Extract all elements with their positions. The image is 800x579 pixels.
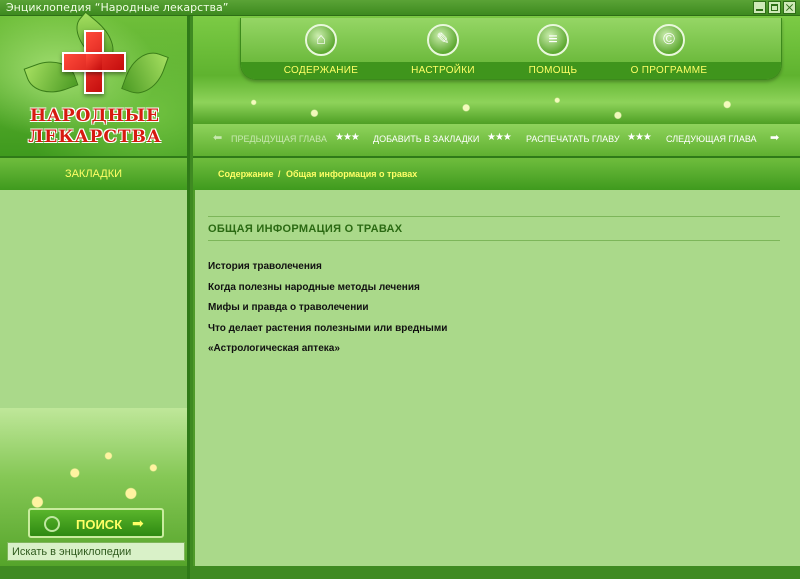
- print-chapter-link[interactable]: РАСПЕЧАТАТЬ ГЛАВУ: [526, 134, 620, 144]
- copyright-icon: ©: [653, 24, 685, 56]
- add-bookmark-link[interactable]: ДОБАВИТЬ В ЗАКЛАДКИ: [373, 134, 479, 144]
- minimize-icon[interactable]: [753, 1, 766, 14]
- menu-item-label: О ПРОГРАММЕ: [630, 65, 708, 76]
- logo-title-line2: ЛЕКАРСТВА: [28, 127, 162, 147]
- topic-link[interactable]: Когда полезны народные методы лечения: [208, 282, 447, 303]
- book-icon: ≡: [537, 24, 569, 56]
- chapter-nav-bar: ⬅ ПРЕДЫДУЩАЯ ГЛАВА ★★★ ДОБАВИТЬ В ЗАКЛАД…: [193, 124, 800, 156]
- menu-item-help[interactable]: ≡ ПОМОЩЬ: [493, 18, 613, 80]
- close-icon[interactable]: [783, 1, 796, 14]
- arrow-left-icon: ⬅: [213, 132, 223, 144]
- leaf-icon: [121, 45, 169, 101]
- footer-strip: [193, 566, 800, 579]
- logo-title-line1: НАРОДНЫЕ: [29, 106, 161, 126]
- maximize-icon[interactable]: [768, 1, 781, 14]
- wrench-icon: ✎: [427, 24, 459, 56]
- main-menu: ⌂ СОДЕРЖАНИЕ ✎ НАСТРОЙКИ ≡ ПОМОЩЬ © О ПР…: [240, 18, 782, 80]
- search-icon: [44, 516, 60, 532]
- topic-link[interactable]: Мифы и правда о траволечении: [208, 302, 447, 323]
- menu-item-label: ПОМОЩЬ: [528, 65, 578, 76]
- stars-divider: ★★★: [335, 132, 360, 143]
- footer-strip: [0, 566, 190, 579]
- window-title: Энциклопедия “Народные лекарства”: [6, 1, 229, 14]
- home-icon: ⌂: [305, 24, 337, 56]
- divider: [208, 216, 780, 217]
- topic-link[interactable]: Что делает растения полезными или вредны…: [208, 323, 447, 344]
- breadcrumb-home-link[interactable]: Содержание: [218, 169, 273, 179]
- breadcrumb: Содержание / Общая информация о травах: [193, 156, 800, 190]
- next-chapter-link[interactable]: СЛЕДУЮЩАЯ ГЛАВА: [666, 134, 757, 144]
- window-title-bar: Энциклопедия “Народные лекарства”: [0, 0, 800, 16]
- arrow-right-icon[interactable]: ➡: [770, 131, 779, 144]
- breadcrumb-separator: /: [278, 169, 281, 179]
- topic-list: История траволечения Когда полезны народ…: [208, 261, 447, 364]
- menu-item-contents[interactable]: ⌂ СОДЕРЖАНИЕ: [261, 18, 381, 80]
- topic-link[interactable]: История траволечения: [208, 261, 447, 282]
- search-button-label: ПОИСК: [76, 517, 123, 532]
- content-area: ОБЩАЯ ИНФОРМАЦИЯ О ТРАВАХ История травол…: [193, 190, 800, 566]
- bookmarks-list[interactable]: [0, 190, 190, 408]
- search-input[interactable]: [7, 542, 185, 561]
- app-logo: НАРОДНЫЕ ЛЕКАРСТВА: [0, 11, 190, 156]
- prev-chapter-link[interactable]: ПРЕДЫДУЩАЯ ГЛАВА: [231, 134, 327, 144]
- search-button[interactable]: ПОИСК ➡: [28, 508, 164, 538]
- divider: [208, 240, 780, 241]
- page-title: ОБЩАЯ ИНФОРМАЦИЯ О ТРАВАХ: [208, 223, 403, 235]
- topic-link[interactable]: «Астрологическая аптека»: [208, 343, 447, 364]
- stars-divider: ★★★: [487, 132, 512, 143]
- menu-item-settings[interactable]: ✎ НАСТРОЙКИ: [383, 18, 503, 80]
- bookmarks-header: ЗАКЛАДКИ: [0, 156, 190, 190]
- stars-divider: ★★★: [627, 132, 652, 143]
- menu-item-label: СОДЕРЖАНИЕ: [283, 65, 359, 76]
- red-cross-icon: [62, 30, 126, 94]
- breadcrumb-current: Общая информация о травах: [286, 169, 418, 179]
- menu-item-label: НАСТРОЙКИ: [411, 65, 475, 76]
- arrow-right-icon: ➡: [132, 515, 144, 531]
- menu-item-about[interactable]: © О ПРОГРАММЕ: [609, 18, 729, 80]
